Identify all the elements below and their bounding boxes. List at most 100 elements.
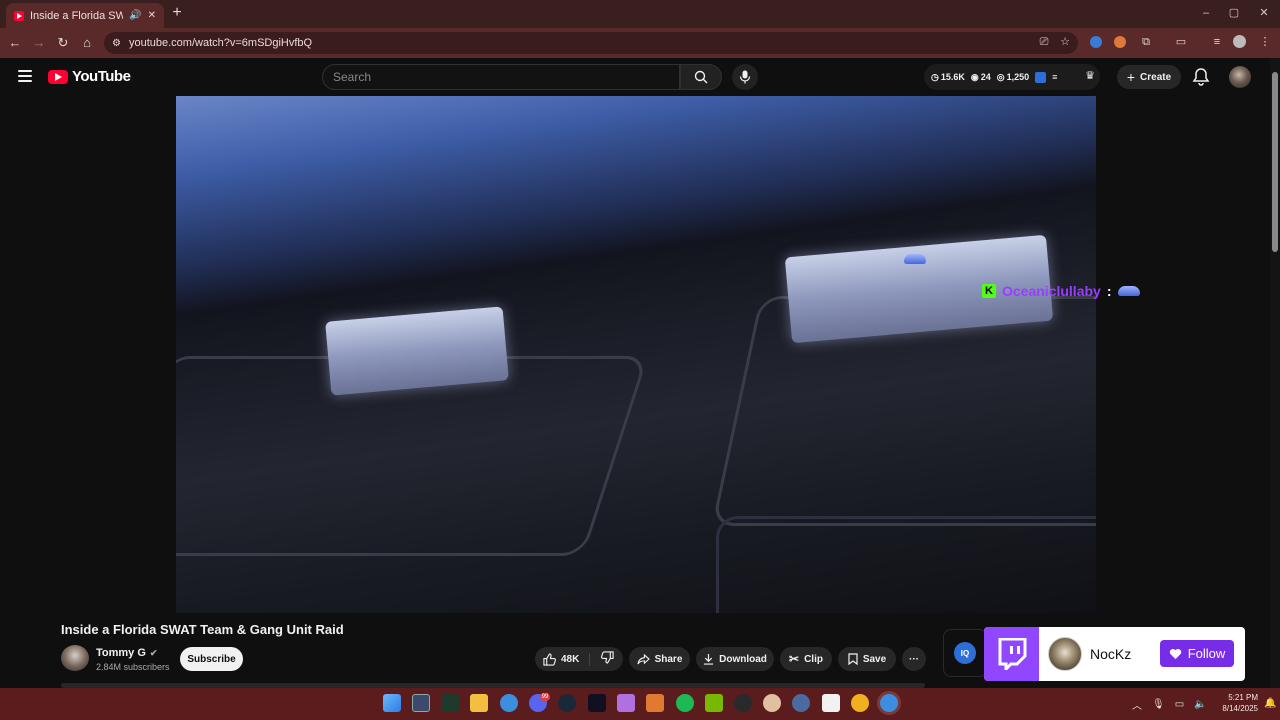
new-tab-button[interactable]: + bbox=[168, 4, 186, 22]
save-button[interactable]: Save bbox=[838, 647, 896, 671]
dislike-button[interactable] bbox=[595, 651, 614, 667]
list-icon[interactable]: ≡ bbox=[1052, 72, 1057, 82]
extension-blue-icon[interactable] bbox=[1090, 36, 1102, 48]
volume-icon[interactable]: 🔈 bbox=[1194, 699, 1206, 710]
browser-menu-icon[interactable]: ⋮ bbox=[1257, 34, 1273, 50]
streamer-avatar[interactable] bbox=[1048, 637, 1082, 671]
side-panel-icon[interactable]: ▭ bbox=[1173, 34, 1189, 50]
browser-tab-bar bbox=[0, 0, 1280, 28]
chat-overlay-message: K Oceaniclullaby : bbox=[982, 283, 1140, 299]
chat-username: Oceaniclullaby bbox=[1002, 283, 1101, 299]
discord-badge: 99 bbox=[540, 693, 550, 701]
steam-icon[interactable] bbox=[558, 694, 576, 712]
network-icon[interactable]: ▭ bbox=[1175, 699, 1184, 710]
download-icon bbox=[704, 653, 714, 665]
video-player[interactable] bbox=[176, 96, 1096, 613]
browser-tab[interactable]: Inside a Florida SWAT Team 🔊 ✕ bbox=[6, 3, 164, 28]
home-icon[interactable]: ⌂ bbox=[78, 34, 96, 52]
notion-icon[interactable] bbox=[822, 694, 840, 712]
hamburger-menu-icon[interactable] bbox=[18, 70, 32, 82]
verified-check-icon: ✔ bbox=[149, 647, 158, 658]
restore-button[interactable]: ▢ bbox=[1224, 4, 1244, 22]
app-icon-globe[interactable] bbox=[792, 694, 810, 712]
microphone-tray-icon[interactable]: 🎙 bbox=[1152, 699, 1165, 710]
url-text: youtube.com/watch?v=6mSDgiHvfbQ bbox=[128, 37, 313, 49]
twitch-follow-card: NocKz Follow bbox=[984, 627, 1245, 681]
trophy-icon[interactable]: ♛ bbox=[1082, 68, 1098, 84]
reading-list-icon[interactable]: ≡ bbox=[1209, 34, 1225, 50]
eye-icon: ◉ bbox=[970, 71, 979, 82]
subscribe-button[interactable]: Subscribe bbox=[180, 647, 243, 671]
streamer-name[interactable]: NocKz bbox=[1090, 646, 1131, 662]
plus-icon: + bbox=[1126, 69, 1136, 85]
reload-icon[interactable]: ↻ bbox=[54, 34, 72, 52]
chrome-active-icon[interactable] bbox=[880, 694, 898, 712]
like-button[interactable]: 48K bbox=[543, 652, 591, 666]
feather-app-icon[interactable] bbox=[617, 694, 635, 712]
nvidia-icon[interactable] bbox=[705, 694, 723, 712]
extensions-puzzle-icon[interactable]: ⧉ bbox=[1138, 34, 1154, 50]
iq-extension-icon[interactable] bbox=[1035, 71, 1047, 83]
app-icon-yellow[interactable] bbox=[851, 694, 869, 712]
download-button[interactable]: Download bbox=[696, 647, 774, 671]
voice-search-button[interactable] bbox=[732, 64, 758, 90]
system-tray: ︿ 🎙 ▭ 🔈 bbox=[1132, 694, 1207, 714]
profile-avatar-icon[interactable] bbox=[1233, 35, 1246, 48]
address-bar[interactable]: ⚙ youtube.com/watch?v=6mSDgiHvfbQ bbox=[104, 32, 1078, 54]
subscriber-count: 2.84M subscribers bbox=[96, 662, 170, 672]
youtube-play-icon bbox=[48, 69, 68, 84]
speaker-icon[interactable]: 🔊 bbox=[129, 10, 141, 21]
bookmark-star-icon[interactable]: ☆ bbox=[1057, 34, 1073, 50]
thumbs-down-icon bbox=[601, 651, 614, 664]
photos-app-icon[interactable] bbox=[412, 694, 430, 712]
search-button[interactable] bbox=[680, 64, 722, 90]
minimize-button[interactable]: – bbox=[1196, 4, 1216, 22]
twitch-logo-icon[interactable] bbox=[984, 627, 1039, 681]
search-placeholder: Search bbox=[333, 70, 372, 84]
xbox-app-icon[interactable] bbox=[441, 694, 459, 712]
notifications-tray-icon[interactable]: 🔔 bbox=[1264, 698, 1276, 709]
scrollbar-thumb[interactable] bbox=[1272, 72, 1278, 252]
windows-start-icon[interactable] bbox=[383, 694, 401, 712]
app-icon-c[interactable] bbox=[763, 694, 781, 712]
account-avatar[interactable] bbox=[1229, 66, 1251, 88]
site-info-icon[interactable]: ⚙ bbox=[112, 38, 121, 49]
taskbar-clock[interactable]: 5:21 PM 8/14/2025 bbox=[1208, 692, 1258, 714]
github-icon[interactable] bbox=[734, 694, 752, 712]
clock-icon: ◷ bbox=[931, 71, 939, 82]
youtube-wordmark: YouTube bbox=[72, 68, 131, 85]
ableton-icon[interactable] bbox=[646, 694, 664, 712]
cast-icon[interactable]: ⎚ bbox=[1036, 34, 1052, 50]
more-actions-button[interactable]: ··· bbox=[902, 647, 926, 671]
tray-chevron-icon[interactable]: ︿ bbox=[1132, 697, 1142, 712]
create-button[interactable]: + Create bbox=[1117, 65, 1181, 89]
iq-extension-button[interactable]: IQ bbox=[943, 629, 987, 677]
back-icon[interactable]: ← bbox=[6, 34, 24, 52]
extension-orange-icon[interactable] bbox=[1114, 36, 1126, 48]
follow-button[interactable]: Follow bbox=[1160, 640, 1234, 667]
search-icon bbox=[694, 70, 708, 84]
clip-button[interactable]: ✂ Clip bbox=[780, 647, 832, 671]
share-button[interactable]: Share bbox=[629, 647, 690, 671]
iq-icon: IQ bbox=[954, 642, 976, 664]
spotify-icon[interactable] bbox=[676, 694, 694, 712]
file-explorer-icon[interactable] bbox=[470, 694, 488, 712]
chrome-beta-icon[interactable] bbox=[500, 694, 518, 712]
thumbs-up-icon bbox=[543, 652, 556, 666]
terminal-app-icon[interactable] bbox=[588, 694, 606, 712]
video-grille-shape-bottom bbox=[716, 516, 1096, 613]
channel-avatar[interactable] bbox=[61, 645, 89, 671]
video-stats-extension[interactable]: ◷ 15.6K ◉ 24 ◎ 1,250 ≡ bbox=[924, 64, 1100, 90]
forward-icon[interactable]: → bbox=[30, 34, 48, 52]
notifications-bell-icon[interactable] bbox=[1192, 67, 1210, 87]
close-window-button[interactable]: ✕ bbox=[1254, 4, 1274, 22]
views-stat: ◎ 1,250 bbox=[996, 71, 1030, 83]
channel-name[interactable]: Tommy G ✔ bbox=[96, 647, 157, 659]
close-tab-icon[interactable]: ✕ bbox=[148, 10, 156, 21]
share-arrow-icon bbox=[637, 653, 650, 664]
search-input[interactable]: Search bbox=[322, 64, 680, 90]
youtube-logo[interactable]: YouTube bbox=[48, 68, 131, 85]
heart-icon bbox=[1169, 648, 1181, 659]
windows-taskbar bbox=[0, 688, 1280, 720]
save-bookmark-icon bbox=[848, 653, 858, 665]
